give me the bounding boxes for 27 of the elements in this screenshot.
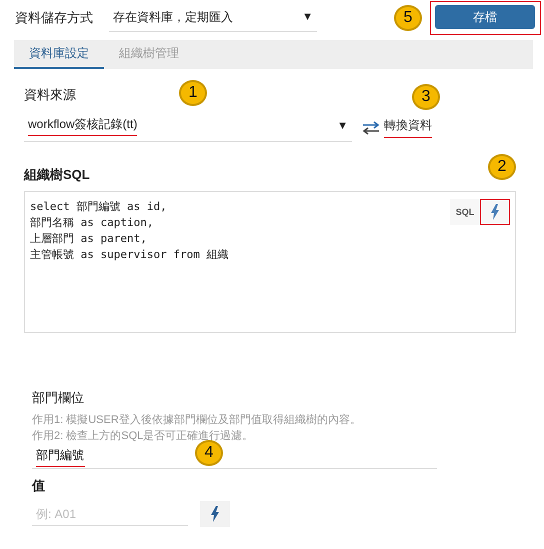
- storage-select[interactable]: 存在資料庫，定期匯入 ▼: [109, 4, 317, 32]
- run-button[interactable]: [480, 199, 510, 225]
- code-line: 部門名稱 as caption,: [30, 215, 154, 231]
- code-line: 上層部門 as parent,: [30, 231, 148, 247]
- swap-arrows-icon: [362, 120, 380, 134]
- department-label: 部門欄位: [32, 389, 85, 407]
- source-select[interactable]: workflow簽核記錄(tt) ▼: [24, 112, 352, 142]
- sql-editor[interactable]: select 部門編號 as id, 部門名稱 as caption, 上層部門 as parent, 主管帳號 as supervisor from 組織 SQL: [24, 191, 516, 333]
- code-line: select 部門編號 as id,: [30, 199, 168, 215]
- run-button[interactable]: [200, 501, 230, 527]
- callout-badge: 3: [412, 84, 440, 110]
- callout-badge: 1: [179, 80, 207, 106]
- callout-badge: 2: [488, 154, 516, 180]
- value-label: 值: [32, 477, 46, 495]
- callout-badge: 5: [394, 5, 422, 31]
- lightning-icon: [490, 204, 500, 220]
- callout-badge: 4: [195, 440, 223, 466]
- code-line: 主管帳號 as supervisor from 組織: [30, 247, 228, 263]
- lightning-icon: [210, 506, 220, 522]
- sql-label: 組織樹SQL: [24, 167, 90, 182]
- storage-label: 資料儲存方式: [15, 9, 93, 27]
- tab[interactable]: 資料庫設定: [14, 40, 104, 69]
- save-button[interactable]: 存檔: [435, 5, 535, 29]
- department-field[interactable]: 部門編號 4: [32, 444, 437, 469]
- convert-link[interactable]: 轉換資料: [384, 117, 432, 138]
- help-text: 作用1: 模擬USER登入後依據部門欄位及部門值取得組織樹的內容。: [32, 412, 362, 428]
- source-label: 資料來源: [24, 86, 76, 104]
